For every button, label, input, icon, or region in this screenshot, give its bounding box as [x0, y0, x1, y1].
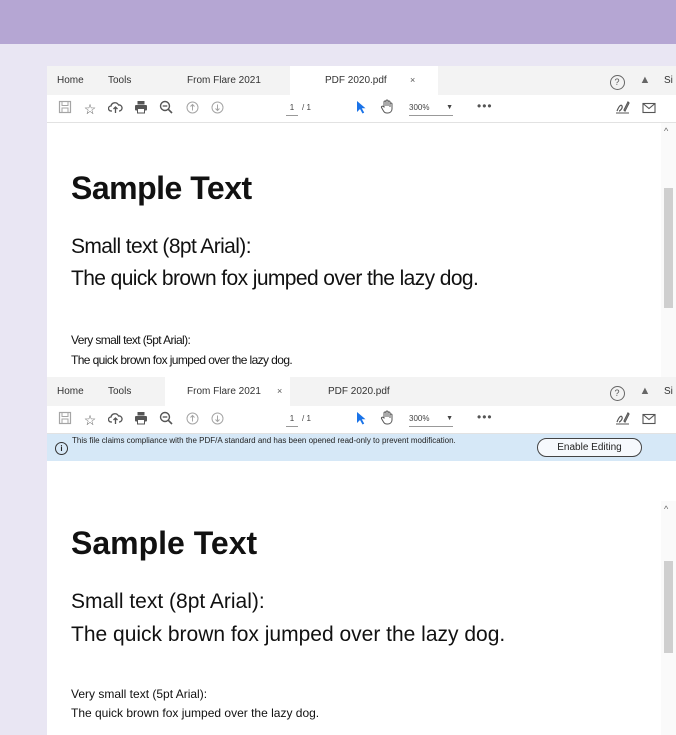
zoom-select[interactable]: 300% ▼	[409, 101, 453, 116]
tab-pdf-2020[interactable]: PDF 2020.pdf	[328, 377, 390, 406]
page-number-input[interactable]: 1	[286, 101, 298, 116]
page-total: / 1	[302, 103, 311, 112]
tab-bar: Home Tools From Flare 2021 PDF 2020.pdf …	[47, 66, 676, 95]
document-title: Sample Text	[71, 525, 258, 561]
tab-home[interactable]: Home	[57, 66, 84, 95]
sign-icon[interactable]	[612, 410, 632, 430]
mail-icon[interactable]	[639, 410, 659, 430]
very-small-text-sentence: The quick brown fox jumped over the lazy…	[71, 353, 293, 367]
pdf-viewer-window-2: Home Tools From Flare 2021 × PDF 2020.pd…	[47, 377, 676, 735]
tab-label: PDF 2020.pdf	[325, 75, 387, 86]
vertical-scrollbar[interactable]: ^	[661, 501, 676, 735]
zoom-value: 300%	[409, 103, 430, 112]
bell-icon[interactable]: ▲	[637, 66, 653, 95]
tab-close-icon[interactable]: ×	[410, 66, 415, 95]
upload-cloud-icon[interactable]	[105, 99, 125, 119]
small-text-sentence: The quick brown fox jumped over the lazy…	[71, 623, 506, 646]
upload-cloud-icon[interactable]	[105, 410, 125, 430]
hand-tool-icon[interactable]	[377, 410, 397, 430]
select-cursor-icon[interactable]	[351, 99, 371, 119]
bookmark-star-icon[interactable]: ☆	[80, 410, 100, 430]
scrollbar-thumb[interactable]	[664, 561, 673, 653]
pdfa-info-bar: i This file claims compliance with the P…	[47, 434, 676, 461]
tab-from-flare-2021[interactable]: From Flare 2021	[187, 66, 261, 95]
document-title: Sample Text	[71, 170, 252, 206]
sign-in-link[interactable]: Si	[664, 377, 673, 406]
bell-icon[interactable]: ▲	[637, 377, 653, 406]
info-icon: i	[55, 442, 68, 455]
pdf-viewer-window-1: Home Tools From Flare 2021 PDF 2020.pdf …	[47, 66, 676, 386]
more-icon[interactable]: •••	[477, 410, 493, 424]
save-icon[interactable]	[55, 99, 75, 119]
save-icon[interactable]	[55, 410, 75, 430]
very-small-text-label: Very small text (5pt Arial):	[71, 333, 191, 347]
select-cursor-icon[interactable]	[351, 410, 371, 430]
help-icon[interactable]: ?	[608, 66, 626, 95]
chevron-down-icon: ▼	[446, 104, 453, 111]
zoom-out-icon[interactable]	[156, 410, 176, 430]
tab-bar: Home Tools From Flare 2021 × PDF 2020.pd…	[47, 377, 676, 406]
page-down-icon[interactable]	[207, 99, 227, 119]
chevron-up-icon[interactable]: ^	[664, 126, 668, 136]
page-down-icon[interactable]	[207, 410, 227, 430]
chevron-down-icon: ▼	[446, 415, 453, 422]
info-message: This file claims compliance with the PDF…	[72, 436, 456, 445]
zoom-select[interactable]: 300% ▼	[409, 412, 453, 427]
hand-tool-icon[interactable]	[377, 99, 397, 119]
tab-from-flare-2021[interactable]: From Flare 2021 ×	[165, 377, 290, 406]
enable-editing-button[interactable]: Enable Editing	[537, 438, 642, 457]
page-up-icon[interactable]	[182, 410, 202, 430]
page-up-icon[interactable]	[182, 99, 202, 119]
document-page: Sample Text Small text (8pt Arial): The …	[47, 501, 676, 735]
tab-pdf-2020[interactable]: PDF 2020.pdf ×	[290, 66, 438, 95]
very-small-text-sentence: The quick brown fox jumped over the lazy…	[71, 706, 320, 720]
sign-icon[interactable]	[612, 99, 632, 119]
zoom-value: 300%	[409, 414, 430, 423]
page-number-input[interactable]: 1	[286, 412, 298, 427]
help-icon[interactable]: ?	[608, 377, 626, 406]
vertical-scrollbar[interactable]: ^	[661, 123, 676, 386]
print-icon[interactable]	[131, 99, 151, 119]
very-small-text-label: Very small text (5pt Arial):	[71, 687, 208, 701]
sign-in-link[interactable]: Si	[664, 66, 673, 95]
small-text-label: Small text (8pt Arial):	[71, 235, 252, 258]
bookmark-star-icon[interactable]: ☆	[80, 99, 100, 119]
more-icon[interactable]: •••	[477, 99, 493, 113]
top-banner	[0, 0, 676, 44]
page-total: / 1	[302, 414, 311, 423]
small-text-sentence: The quick brown fox jumped over the lazy…	[71, 267, 479, 290]
tab-home[interactable]: Home	[57, 377, 84, 406]
chevron-up-icon[interactable]: ^	[664, 504, 668, 514]
scrollbar-thumb[interactable]	[664, 188, 673, 308]
tab-tools[interactable]: Tools	[108, 377, 131, 406]
toolbar: ☆ 1 / 1 300% ▼ •••	[47, 406, 676, 434]
tab-label: From Flare 2021	[187, 386, 261, 397]
document-page: Sample Text Small text (8pt Arial): The …	[47, 123, 676, 386]
mail-icon[interactable]	[639, 99, 659, 119]
tab-close-icon[interactable]: ×	[277, 377, 282, 406]
small-text-label: Small text (8pt Arial):	[71, 590, 265, 613]
toolbar: ☆ 1 / 1 300% ▼ •••	[47, 95, 676, 123]
zoom-out-icon[interactable]	[156, 99, 176, 119]
tab-tools[interactable]: Tools	[108, 66, 131, 95]
print-icon[interactable]	[131, 410, 151, 430]
